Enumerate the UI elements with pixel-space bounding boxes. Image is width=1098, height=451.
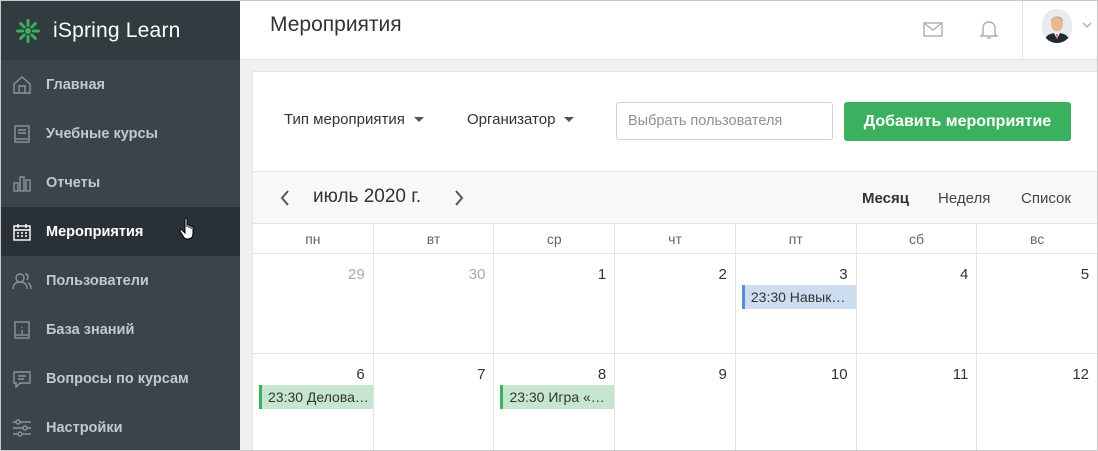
day-number: 9 [718,366,727,383]
sidebar-item-reports[interactable]: Отчеты [1,158,240,207]
weekday-header-row: пн вт ср чт пт сб вс [253,224,1097,254]
sidebar-nav: Главная Учебные курсы Отчеты Мероприятия… [1,60,240,450]
weekday-header: вт [374,224,495,253]
calendar-day-cell[interactable]: 8 23:30 Игра «… [494,354,616,450]
sidebar-item-course-questions[interactable]: Вопросы по курсам [1,354,240,403]
calendar-week: 6 23:30 Делова… 7 8 23:30 Игра «… 9 10 1… [253,354,1097,450]
caret-down-icon [564,117,575,122]
sidebar: iSpring Learn Главная Учебные курсы Отче… [1,1,240,450]
day-number: 8 [597,366,607,383]
day-number: 1 [597,266,607,283]
day-number: 11 [952,366,969,383]
chevron-down-icon[interactable] [1081,19,1093,31]
calendar-day-cell[interactable]: 3 23:30 Навык… [736,254,857,353]
calendar-day-cell[interactable]: 29 [253,254,374,353]
day-number: 2 [718,266,727,283]
event-type-dropdown[interactable]: Тип мероприятия [284,111,424,128]
hand-cursor-icon [179,217,194,240]
sidebar-item-label: Вопросы по курсам [46,370,189,387]
calendar-day-cell[interactable]: 30 [374,254,495,353]
ispring-logo-icon [16,18,40,43]
sidebar-item-home[interactable]: Главная [1,60,240,109]
app-window: iSpring Learn Главная Учебные курсы Отче… [0,0,1098,451]
prev-month-button[interactable] [278,188,292,208]
page-title: Мероприятия [270,13,402,36]
mail-icon[interactable] [922,18,946,42]
sidebar-item-label: Главная [46,76,105,93]
chevron-left-icon [280,190,289,206]
app-name: iSpring Learn [53,18,181,42]
header-divider [1022,1,1023,60]
calendar-event[interactable]: 23:30 Игра «… [500,385,615,409]
view-list-tab[interactable]: Список [1021,190,1071,207]
calendar-event[interactable]: 23:30 Навык… [741,285,856,309]
day-number: 30 [468,266,486,283]
sidebar-item-label: Отчеты [46,174,101,191]
calendar-icon [10,220,34,244]
sidebar-item-label: Пользователи [46,272,149,289]
view-month-tab[interactable]: Месяц [862,190,909,207]
bar-chart-icon [10,171,34,195]
calendar-week: 29 30 1 2 3 23:30 Навык… 4 5 [253,254,1097,354]
weekday-header: ср [494,224,616,253]
sidebar-item-settings[interactable]: Настройки [1,403,240,450]
day-number: 3 [839,266,848,283]
next-month-button[interactable] [452,188,466,208]
month-label: июль 2020 г. [313,186,422,207]
calendar-day-cell[interactable]: 2 [615,254,736,353]
organizer-dropdown[interactable]: Организатор [467,111,575,128]
add-event-button[interactable]: Добавить мероприятие [844,102,1071,141]
top-header: Мероприятия [240,1,1097,60]
caret-down-icon [413,117,424,122]
calendar-toolbar: июль 2020 г. Месяц Неделя Список [253,172,1097,224]
calendar-day-cell[interactable]: 6 23:30 Делова… [253,354,374,450]
weekday-header: пн [253,224,374,253]
sliders-icon [10,416,34,440]
sidebar-item-label: База знаний [46,321,135,338]
day-number: 5 [1080,266,1090,283]
chevron-right-icon [455,190,464,206]
calendar-day-cell[interactable]: 4 [857,254,978,353]
events-panel: Тип мероприятия Организатор Добавить мер… [252,71,1097,450]
weekday-header: вс [977,224,1097,253]
day-number: 12 [1072,366,1090,383]
filters-bar: Тип мероприятия Организатор Добавить мер… [253,72,1097,172]
day-number: 29 [348,266,365,283]
logo[interactable]: iSpring Learn [1,1,240,60]
weekday-header: сб [857,224,978,253]
chat-icon [10,367,34,391]
weekday-header: чт [615,224,736,253]
day-number: 7 [477,366,486,383]
calendar-day-cell[interactable]: 10 [736,354,857,450]
calendar-day-cell[interactable]: 5 [977,254,1097,353]
day-number: 10 [830,366,848,383]
weekday-header: пт [736,224,857,253]
calendar-event[interactable]: 23:30 Делова… [259,385,373,409]
calendar-day-cell[interactable]: 9 [615,354,736,450]
home-icon [10,73,34,97]
organizer-label: Организатор [467,111,556,128]
user-select-input[interactable] [616,102,833,140]
event-type-label: Тип мероприятия [284,111,405,128]
sidebar-item-label: Учебные курсы [46,125,158,142]
avatar[interactable] [1042,9,1072,43]
calendar-day-cell[interactable]: 1 [494,254,616,353]
sidebar-item-label: Мероприятия [46,223,144,240]
calendar-day-cell[interactable]: 11 [857,354,978,450]
sidebar-item-users[interactable]: Пользователи [1,256,240,305]
book-icon [10,122,34,146]
view-week-tab[interactable]: Неделя [938,190,990,207]
sidebar-item-knowledge-base[interactable]: База знаний [1,305,240,354]
sidebar-item-events[interactable]: Мероприятия [1,207,240,256]
knowledge-icon [10,318,34,342]
calendar-day-cell[interactable]: 12 [977,354,1097,450]
users-icon [10,269,34,293]
day-number: 6 [356,366,365,383]
sidebar-item-courses[interactable]: Учебные курсы [1,109,240,158]
calendar-grid: пн вт ср чт пт сб вс 29 30 1 2 3 23:30 Н… [253,224,1097,450]
bell-icon[interactable] [978,18,1002,42]
day-number: 4 [959,266,969,283]
sidebar-item-label: Настройки [46,419,123,436]
calendar-day-cell[interactable]: 7 [374,354,495,450]
